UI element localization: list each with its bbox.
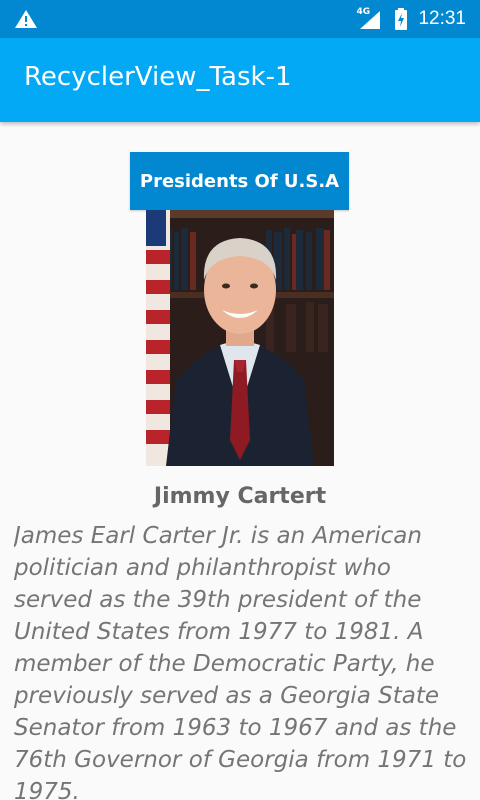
battery-charging-icon <box>395 8 408 30</box>
app-bar: RecyclerView_Task-1 <box>0 38 480 122</box>
president-description: James Earl Carter Jr. is an American pol… <box>14 523 467 800</box>
app-title: RecyclerView_Task-1 <box>24 62 292 92</box>
signal-icon: 4G <box>356 7 384 29</box>
warning-icon <box>15 10 37 28</box>
president-name: Jimmy Cartert <box>153 484 327 509</box>
presidents-header-button[interactable]: Presidents Of U.S.A <box>130 152 349 210</box>
clock: 12:31 <box>418 8 466 29</box>
status-bar: 4G 12:31 <box>0 0 480 38</box>
president-portrait-image <box>146 210 334 466</box>
